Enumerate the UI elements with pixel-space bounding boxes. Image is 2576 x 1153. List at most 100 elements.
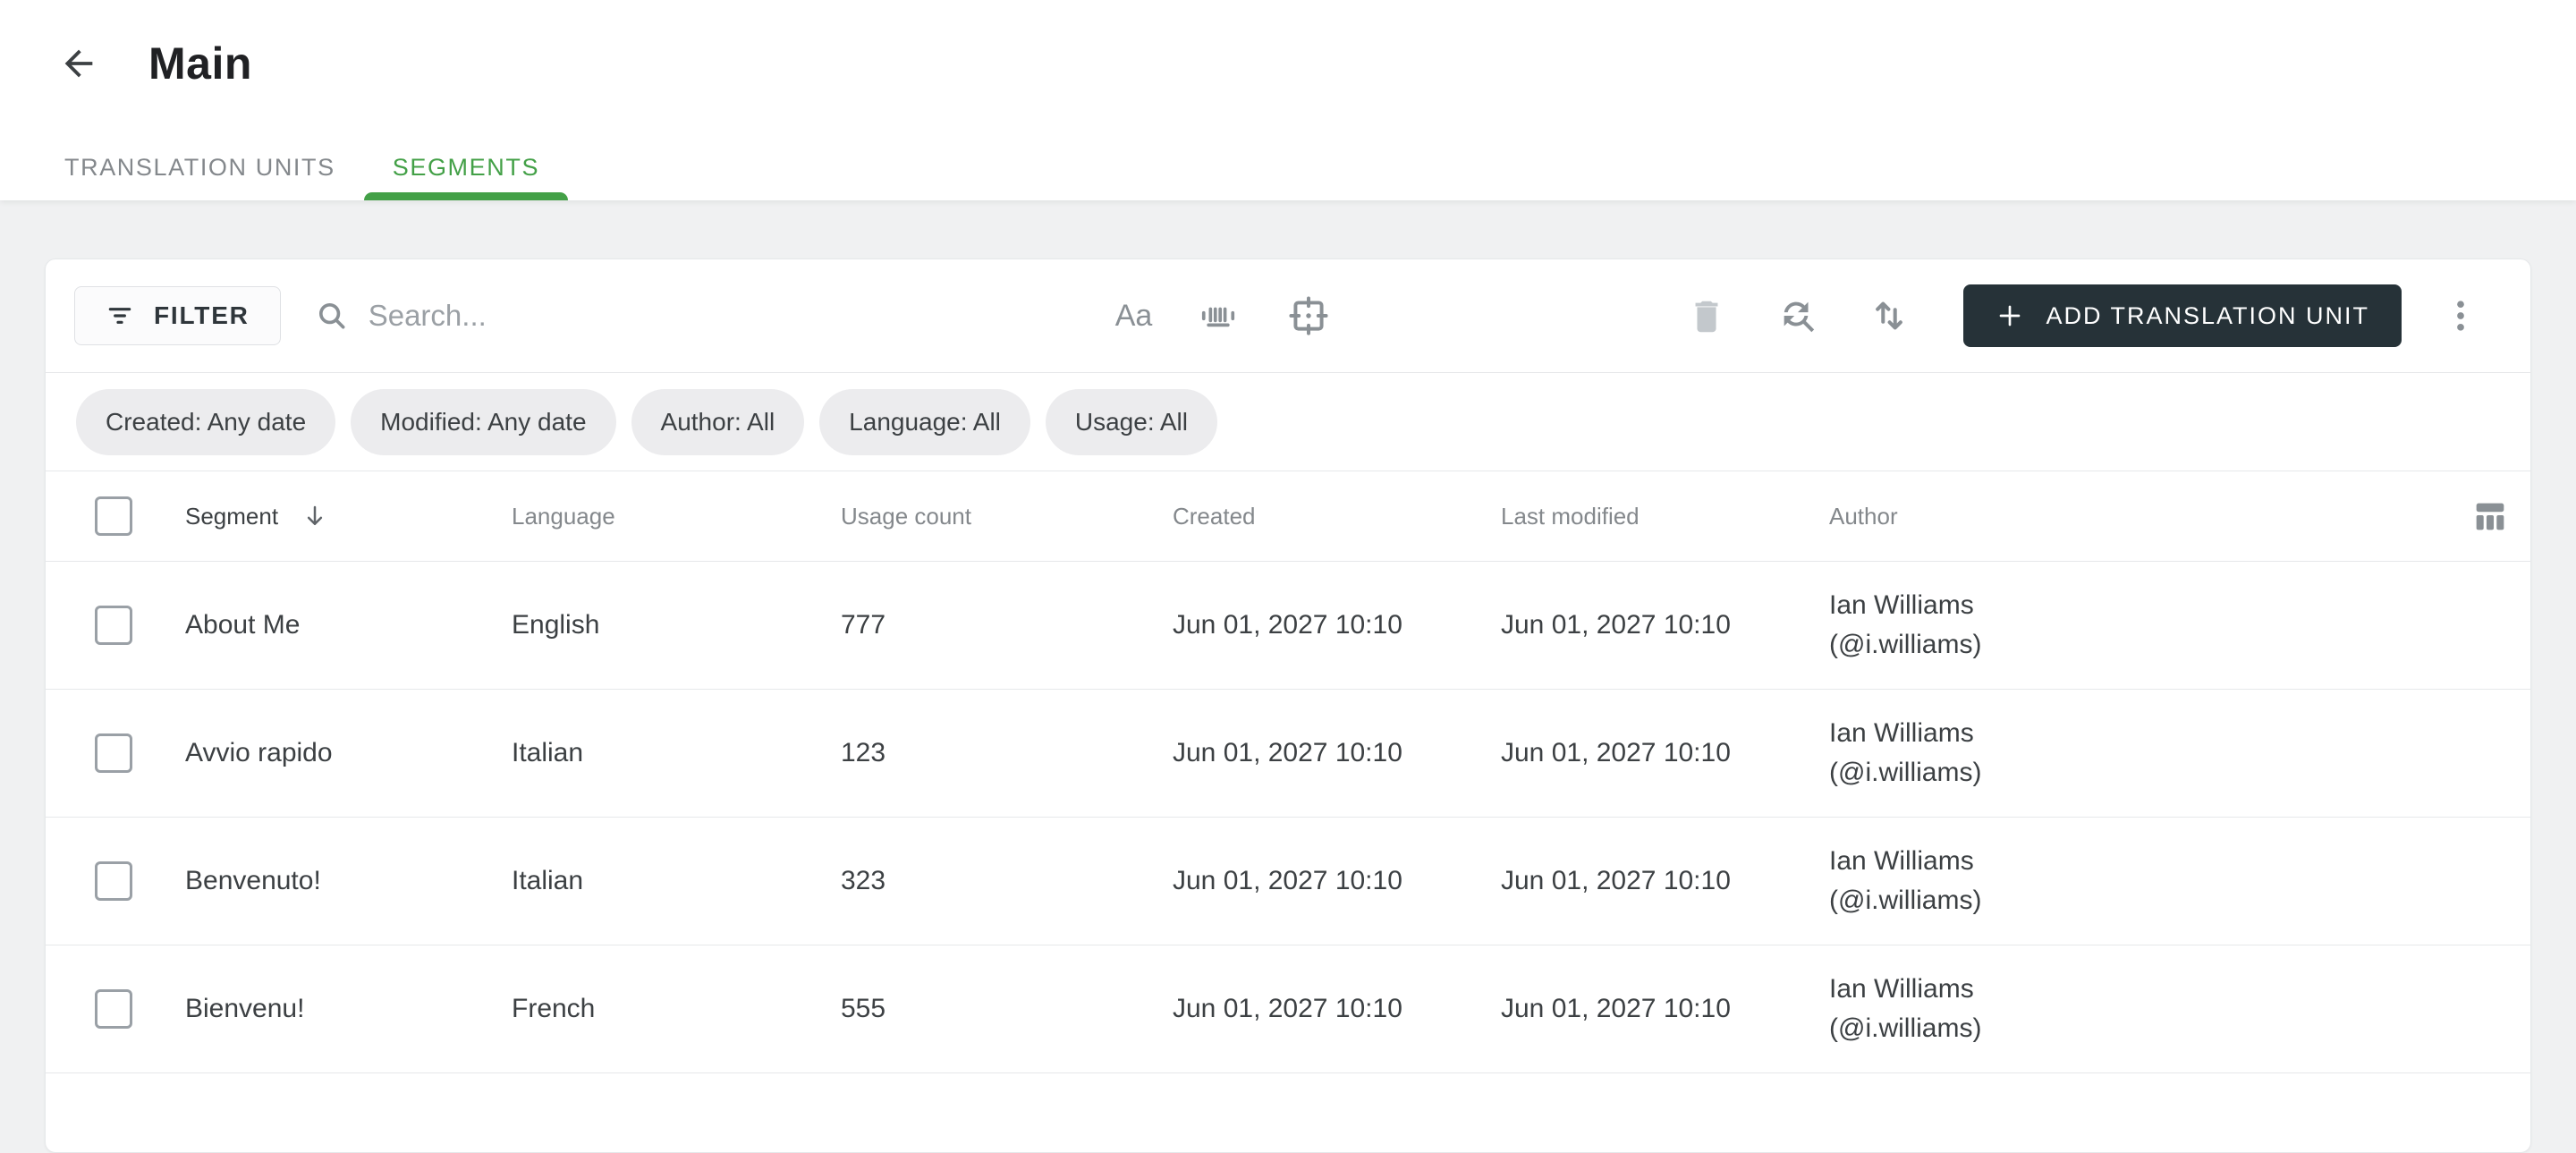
column-header-segment[interactable]: Segment	[185, 503, 512, 530]
page-title: Main	[148, 38, 252, 89]
row-checkbox[interactable]	[95, 606, 132, 645]
match-case-toggle[interactable]: Aa	[1115, 299, 1153, 334]
manage-columns-button[interactable]	[2470, 496, 2511, 537]
search-icon	[315, 299, 349, 333]
segments-table: Segment Language Usage count Created Las…	[46, 471, 2530, 1073]
table-row[interactable]: Benvenuto! Italian 323 Jun 01, 2027 10:1…	[46, 818, 2530, 945]
segments-panel: FILTER Aa	[45, 259, 2531, 1153]
chip-modified[interactable]: Modified: Any date	[351, 388, 616, 455]
more-options-button[interactable]	[2441, 296, 2480, 335]
created-cell: Jun 01, 2027 10:10	[1173, 994, 1402, 1023]
kebab-menu-icon	[2441, 296, 2480, 335]
last-modified-cell: Jun 01, 2027 10:10	[1501, 866, 1731, 895]
author-cell: Ian Williams (@i.williams)	[1829, 842, 2423, 920]
language-cell: Italian	[512, 738, 584, 767]
find-replace-icon	[1777, 295, 1818, 336]
language-cell: French	[512, 994, 596, 1023]
row-checkbox-cell	[46, 861, 185, 901]
author-cell: Ian Williams (@i.williams)	[1829, 714, 2423, 793]
whole-word-toggle[interactable]	[1195, 292, 1241, 339]
tab-bar: TRANSLATION UNITS SEGMENTS	[36, 134, 569, 200]
row-checkbox-cell	[46, 989, 185, 1029]
segment-cell: Avvio rapido	[185, 738, 333, 767]
usage-count-cell: 555	[841, 994, 886, 1023]
tab-segments[interactable]: SEGMENTS	[363, 134, 569, 200]
column-header-created[interactable]: Created	[1173, 503, 1501, 530]
sort-arrows-icon	[1868, 295, 1910, 336]
sort-button[interactable]	[1868, 295, 1910, 336]
chip-author[interactable]: Author: All	[631, 388, 805, 455]
filter-chips-row: Created: Any date Modified: Any date Aut…	[46, 373, 2530, 471]
last-modified-cell: Jun 01, 2027 10:10	[1501, 738, 1731, 767]
toolbar: FILTER Aa	[46, 259, 2530, 373]
segment-column-label: Segment	[185, 502, 279, 530]
segment-cell: Bienvenu!	[185, 994, 305, 1023]
chip-created[interactable]: Created: Any date	[76, 388, 336, 455]
author-name: Ian Williams	[1829, 974, 1974, 1004]
author-cell: Ian Williams (@i.williams)	[1829, 586, 2423, 665]
title-row: Main	[0, 0, 2576, 89]
header-checkbox-cell	[46, 496, 185, 536]
back-button[interactable]	[55, 40, 102, 87]
page-header: Main TRANSLATION UNITS SEGMENTS	[0, 0, 2576, 200]
segment-cell: About Me	[185, 610, 301, 640]
table-row[interactable]: About Me English 777 Jun 01, 2027 10:10 …	[46, 562, 2530, 690]
barcode-icon	[1195, 292, 1241, 339]
usage-count-cell: 777	[841, 610, 886, 640]
created-cell: Jun 01, 2027 10:10	[1173, 610, 1402, 640]
column-header-author[interactable]: Author	[1829, 503, 2423, 530]
author-name: Ian Williams	[1829, 718, 1974, 748]
row-checkbox[interactable]	[95, 733, 132, 773]
trash-icon	[1686, 295, 1727, 336]
row-checkbox[interactable]	[95, 989, 132, 1029]
language-cell: English	[512, 610, 600, 640]
tab-translation-units-label: TRANSLATION UNITS	[64, 153, 335, 181]
usage-count-cell: 123	[841, 738, 886, 767]
active-tab-indicator	[363, 192, 569, 200]
exact-match-toggle[interactable]	[1286, 293, 1331, 338]
table-row[interactable]: Avvio rapido Italian 123 Jun 01, 2027 10…	[46, 690, 2530, 818]
chip-language[interactable]: Language: All	[819, 388, 1030, 455]
author-name: Ian Williams	[1829, 590, 1974, 620]
filter-button[interactable]: FILTER	[74, 286, 281, 345]
author-cell: Ian Williams (@i.williams)	[1829, 970, 2423, 1048]
created-cell: Jun 01, 2027 10:10	[1173, 738, 1402, 767]
last-modified-cell: Jun 01, 2027 10:10	[1501, 610, 1731, 640]
segment-cell: Benvenuto!	[185, 866, 321, 895]
match-case-icon: Aa	[1114, 298, 1153, 333]
add-translation-unit-button[interactable]: ADD TRANSLATION UNIT	[1963, 284, 2402, 347]
back-arrow-icon	[58, 43, 99, 84]
columns-icon	[2470, 496, 2511, 537]
table-header-row: Segment Language Usage count Created Las…	[46, 471, 2530, 562]
table-row[interactable]: Bienvenu! French 555 Jun 01, 2027 10:10 …	[46, 945, 2530, 1073]
column-header-usage-count[interactable]: Usage count	[841, 503, 1173, 530]
find-replace-button[interactable]	[1777, 295, 1818, 336]
tab-segments-label: SEGMENTS	[392, 153, 540, 181]
author-handle: (@i.williams)	[1829, 630, 1982, 659]
column-header-last-modified[interactable]: Last modified	[1501, 503, 1829, 530]
filter-button-label: FILTER	[154, 301, 250, 329]
row-checkbox-cell	[46, 606, 185, 645]
usage-count-cell: 323	[841, 866, 886, 895]
column-header-language[interactable]: Language	[512, 503, 841, 530]
plus-icon	[1996, 301, 2024, 330]
delete-button[interactable]	[1686, 295, 1727, 336]
tab-translation-units[interactable]: TRANSLATION UNITS	[36, 134, 364, 200]
header-columns-cell	[2423, 496, 2530, 537]
add-translation-unit-label: ADD TRANSLATION UNIT	[2046, 301, 2369, 329]
author-handle: (@i.williams)	[1829, 886, 1982, 915]
sort-descending-icon	[301, 503, 328, 530]
author-handle: (@i.williams)	[1829, 758, 1982, 787]
select-all-checkbox[interactable]	[95, 496, 132, 536]
focus-frame-icon	[1286, 293, 1331, 338]
row-checkbox-cell	[46, 733, 185, 773]
created-cell: Jun 01, 2027 10:10	[1173, 866, 1402, 895]
row-checkbox[interactable]	[95, 861, 132, 901]
search-input[interactable]	[368, 299, 1030, 333]
chip-usage[interactable]: Usage: All	[1045, 388, 1217, 455]
filter-icon	[106, 301, 134, 330]
author-name: Ian Williams	[1829, 846, 1974, 876]
language-cell: Italian	[512, 866, 584, 895]
author-handle: (@i.williams)	[1829, 1013, 1982, 1043]
search-box	[315, 299, 1030, 333]
